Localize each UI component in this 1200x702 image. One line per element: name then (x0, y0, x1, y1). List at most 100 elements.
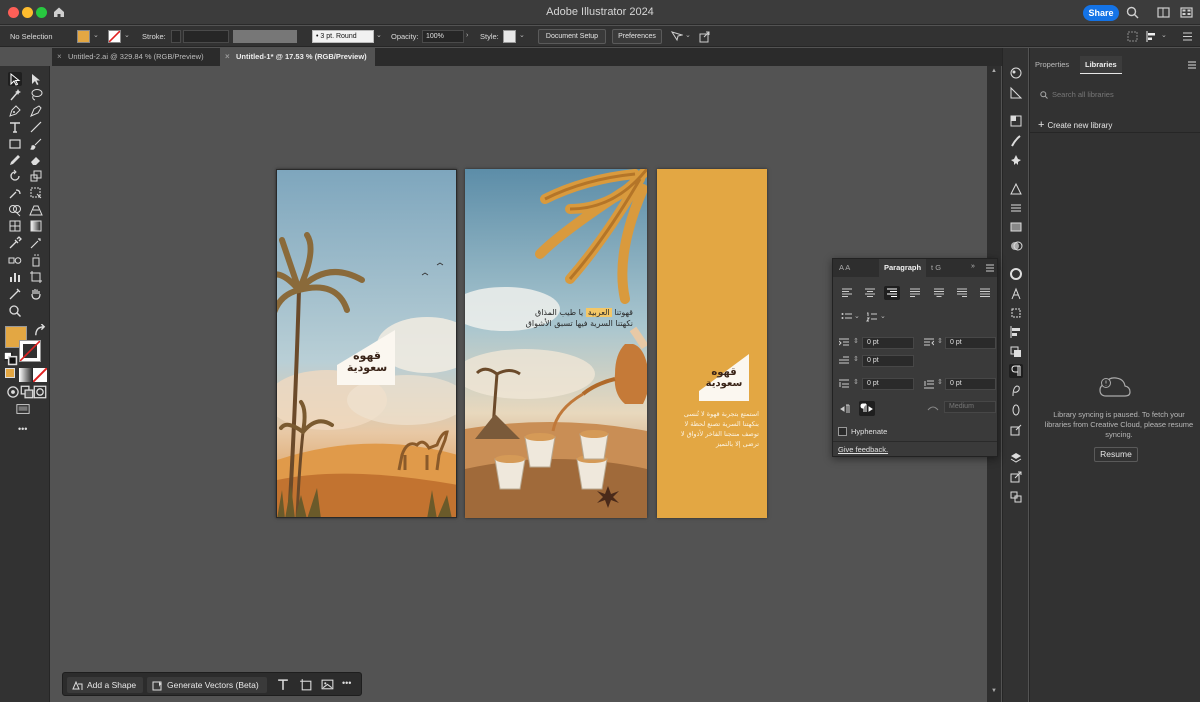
panel-menu-icon[interactable] (1186, 58, 1198, 70)
transform-icon[interactable] (1009, 306, 1023, 320)
panel-menu-icon[interactable] (985, 263, 995, 273)
glyphs-icon[interactable] (1009, 384, 1023, 398)
share-button[interactable]: Share (1083, 5, 1119, 21)
pathfinder-icon[interactable] (1009, 345, 1023, 359)
blend-tool-icon[interactable] (8, 253, 22, 267)
space-after-field[interactable]: 0 pt (945, 378, 996, 390)
library-search-input[interactable]: Search all libraries (1036, 86, 1195, 104)
tab-untitled-1[interactable]: × Untitled-1* @ 17.53 % (RGB/Preview) (220, 48, 375, 66)
select-similar-icon[interactable] (670, 30, 684, 43)
export-icon[interactable] (698, 30, 711, 43)
isolate-icon[interactable] (1126, 30, 1139, 43)
search-icon[interactable] (1126, 6, 1139, 19)
justify-left-icon[interactable] (907, 286, 923, 300)
gradient-panel-icon[interactable] (1009, 220, 1023, 234)
line-segment-tool-icon[interactable] (29, 120, 43, 134)
opacity-field[interactable]: 100% (422, 30, 464, 43)
chevron-down-icon[interactable]: ⌄ (685, 31, 693, 41)
graphic-style-swatch[interactable] (503, 30, 516, 43)
first-line-indent-field[interactable]: 0 pt (862, 355, 914, 367)
swap-colors-icon[interactable] (33, 323, 46, 336)
numbering-icon[interactable] (866, 312, 878, 322)
align-panel-icon[interactable] (1009, 201, 1023, 215)
none-mode-icon[interactable] (32, 367, 48, 383)
edit-toolbar-button[interactable]: ••• (18, 424, 27, 434)
document-setup-button[interactable]: Document Setup (538, 29, 606, 44)
paintbrush-icon[interactable] (29, 137, 43, 151)
left-to-right-icon[interactable] (840, 403, 852, 415)
gradient-mode-icon[interactable] (19, 368, 33, 382)
curvature-tool-icon[interactable] (29, 104, 43, 118)
stepper-icon[interactable]: ⇕ (853, 378, 859, 386)
links-icon[interactable] (1009, 470, 1023, 484)
scale-tool-icon[interactable] (29, 169, 43, 183)
screen-mode-icon[interactable] (16, 402, 32, 414)
stepper-icon[interactable]: ⇕ (853, 337, 859, 345)
stroke-weight-field[interactable] (183, 30, 229, 43)
symbol-sprayer-icon[interactable] (29, 253, 43, 267)
scroll-up-arrow-icon[interactable]: ▲ (991, 68, 997, 74)
align-center-icon[interactable] (862, 286, 878, 300)
create-new-library-button[interactable]: + Create new library (1038, 119, 1112, 132)
stroke-stepper[interactable] (171, 30, 181, 43)
stroke-color-swatch[interactable] (19, 340, 41, 362)
brushes-icon[interactable] (1009, 134, 1023, 148)
draw-mode-icon[interactable] (6, 385, 19, 398)
color-themes-icon[interactable] (1009, 66, 1023, 80)
right-to-left-icon[interactable] (859, 401, 875, 416)
draw-behind-icon[interactable] (20, 385, 34, 399)
rectangle-tool-icon[interactable] (8, 137, 22, 151)
artboard-2[interactable]: قهوتنا العربية يا طيب المذاق نكهتنا السر… (465, 169, 647, 518)
panel-menu-icon[interactable] (1181, 30, 1194, 43)
artboard-icon[interactable] (299, 678, 312, 691)
lasso-icon[interactable] (29, 88, 43, 102)
image-trace-icon[interactable] (321, 678, 334, 691)
eyedropper-icon[interactable] (8, 236, 22, 250)
right-indent-field[interactable]: 0 pt (945, 337, 996, 349)
measure-tool-icon[interactable] (29, 236, 43, 250)
tab-untitled-2[interactable]: × Untitled-2.ai @ 329.84 % (RGB/Preview) (52, 48, 220, 66)
space-before-field[interactable]: 0 pt (862, 378, 914, 390)
chevron-down-icon[interactable]: ⌄ (124, 31, 132, 41)
variable-width-profile[interactable] (233, 30, 297, 43)
slice-tool-icon[interactable] (8, 287, 22, 301)
chevron-down-icon[interactable]: ⌄ (854, 312, 862, 322)
chevron-down-icon[interactable]: ⌄ (93, 31, 101, 41)
zoom-tool-icon[interactable] (8, 304, 22, 318)
stepper-icon[interactable]: ⇕ (937, 378, 943, 386)
justify-all-icon[interactable] (977, 286, 993, 300)
pen-tool-icon[interactable] (8, 104, 22, 118)
tab-properties[interactable]: Properties (1030, 56, 1074, 74)
symbols-icon[interactable] (1009, 153, 1023, 167)
hand-tool-icon[interactable] (29, 287, 43, 301)
type-icon[interactable] (276, 678, 289, 691)
pencil-icon[interactable] (8, 153, 22, 167)
mesh-tool-icon[interactable] (8, 219, 22, 233)
bullets-icon[interactable] (841, 312, 853, 322)
paragraph-panel-icon[interactable] (1009, 364, 1023, 378)
artboard-tool-icon[interactable] (29, 270, 43, 284)
give-feedback-link[interactable]: Give feedback. (838, 445, 888, 454)
tab-paragraph[interactable]: Paragraph (879, 259, 927, 277)
align-icon[interactable] (1145, 30, 1158, 43)
character-styles-icon[interactable] (1009, 267, 1023, 281)
close-icon[interactable]: × (57, 48, 62, 66)
stroke-panel-icon[interactable] (1009, 182, 1023, 196)
asset-export-icon[interactable] (1009, 423, 1023, 437)
artboards-panel-icon[interactable] (1009, 490, 1023, 504)
eraser-icon[interactable] (29, 153, 43, 167)
type-tool-icon[interactable] (8, 120, 22, 134)
warp-tool-icon[interactable] (8, 186, 22, 200)
scroll-down-arrow-icon[interactable]: ▼ (991, 688, 997, 694)
default-colors-icon[interactable] (3, 351, 18, 366)
swatches-icon[interactable] (1009, 114, 1023, 128)
hyphenate-checkbox[interactable] (838, 427, 847, 436)
appearance-icon[interactable] (1009, 86, 1023, 100)
stepper-icon[interactable]: ⇕ (937, 337, 943, 345)
preferences-button[interactable]: Preferences (612, 29, 662, 44)
more-options-button[interactable]: ••• (342, 678, 351, 688)
left-indent-field[interactable]: 0 pt (862, 337, 914, 349)
layers-icon[interactable] (1009, 451, 1023, 465)
fill-swatch[interactable] (77, 30, 90, 43)
direct-selection-tool-icon[interactable] (29, 72, 43, 86)
